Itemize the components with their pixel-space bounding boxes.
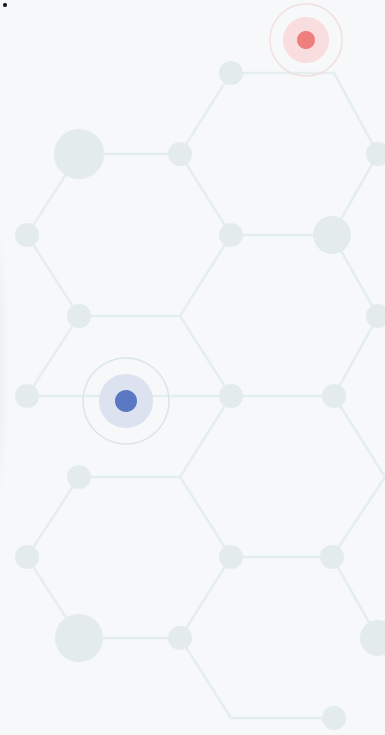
network-node [219,61,243,85]
network-node [313,216,351,254]
network-edge [332,71,380,156]
network-node [67,465,91,489]
network-node [360,620,385,656]
network-node [168,626,192,650]
blue-target-dot-icon [115,390,137,412]
network-node [366,304,385,328]
network-edge [332,314,380,398]
network-node [67,304,91,328]
network-edge [178,394,233,479]
network-edge [25,314,81,398]
network-node [168,142,192,166]
network-node [15,223,39,247]
network-edge [178,71,233,156]
network-node [322,384,346,408]
hexagon-network-graphic [15,3,385,730]
network-edge [332,394,385,479]
network-edge [178,555,233,640]
hexagon-network-background [0,0,385,735]
network-node [55,614,103,662]
network-edge [178,475,233,559]
network-edge [330,475,385,559]
network-node [219,384,243,408]
network-edge [178,152,233,237]
network-edge [178,314,233,398]
network-edge [25,475,81,559]
network-node [15,384,39,408]
network-node [366,142,385,166]
network-node [320,545,344,569]
network-node [54,129,104,179]
network-edge [178,636,233,720]
blue-highlight-node [82,357,170,445]
network-node [15,545,39,569]
network-node [322,706,346,730]
red-highlight-node [269,3,343,77]
network-edge [25,233,81,318]
red-target-dot-icon [297,31,315,49]
network-node [219,545,243,569]
network-edge [178,233,233,318]
network-node [219,223,243,247]
